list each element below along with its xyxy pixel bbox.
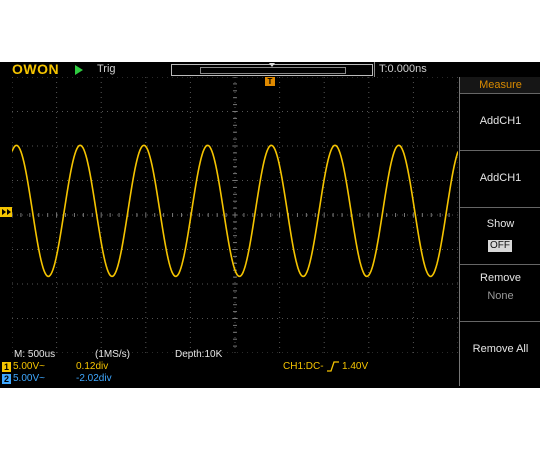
top-status-bar: OWON Trig T:0.000ns: [0, 62, 540, 77]
ch2-position: -2.02div: [76, 373, 112, 384]
menu-item-remove[interactable]: Remove None: [460, 265, 540, 322]
run-play-icon[interactable]: [75, 65, 83, 75]
trigger-time-offset: T:0.000ns: [374, 62, 427, 77]
ch2-volts-per-div: 5.00V~: [13, 373, 45, 384]
ch1-volts-per-div: 5.00V~: [13, 361, 45, 372]
memory-position-bar[interactable]: [171, 63, 373, 76]
menu-item-label: Show: [486, 218, 515, 230]
ch1-ground-marker-icon[interactable]: [0, 207, 12, 217]
ch1-position: 0.12div: [76, 361, 109, 372]
remove-selection-value: None: [487, 290, 514, 302]
trigger-level: 1.40V: [342, 361, 369, 372]
menu-title: Measure: [460, 77, 540, 94]
ch2-badge[interactable]: 2: [2, 374, 11, 384]
menu-item-add-ch1-a[interactable]: AddCH1: [460, 94, 540, 151]
memory-window: [200, 67, 346, 74]
menu-item-remove-all[interactable]: Remove All: [460, 322, 540, 380]
memory-depth-readout: Depth:10K: [175, 349, 223, 360]
trigger-source-coupling: CH1:DC-: [283, 361, 324, 372]
timebase-readout: M: 500us: [14, 349, 56, 360]
menu-item-show[interactable]: Show OFF: [460, 208, 540, 265]
trigger-horizontal-marker-icon[interactable]: T: [265, 77, 275, 86]
measure-menu: Measure AddCH1 AddCH1 Show OFF Remove No…: [459, 77, 540, 386]
channel-status-rows: 1 5.00V~ 0.12div CH1:DC- 1.40V 2 5.00V~ …: [0, 361, 459, 388]
menu-item-add-ch1-b[interactable]: AddCH1: [460, 151, 540, 208]
rising-edge-icon: [327, 361, 339, 376]
acquisition-status-row: M: 500us (1MS/s) Depth:10K: [0, 349, 459, 361]
menu-item-label: AddCH1: [479, 172, 522, 184]
oscilloscope-screen: OWON Trig T:0.000ns T Measure AddCH1 Add…: [0, 62, 540, 388]
menu-item-label: Remove All: [472, 343, 529, 355]
brand-logo: OWON: [12, 62, 60, 77]
graticule: [12, 77, 458, 353]
sample-rate-readout: (1MS/s): [95, 349, 130, 360]
ch1-badge[interactable]: 1: [2, 362, 11, 372]
trigger-position-arrow-icon: [269, 63, 275, 67]
trigger-status: Trig: [97, 63, 116, 75]
menu-item-label: Remove: [480, 272, 521, 284]
show-state-badge: OFF: [488, 240, 512, 252]
menu-item-label: AddCH1: [479, 115, 522, 127]
